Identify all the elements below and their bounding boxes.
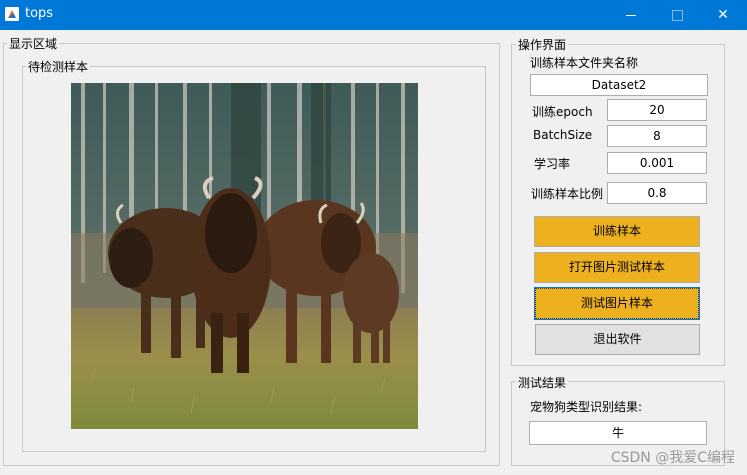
epoch-input[interactable]: 20 [607,99,707,121]
train-button[interactable]: 训练样本 [534,216,700,247]
close-button[interactable]: ✕ [700,0,746,30]
minimize-button[interactable] [608,0,654,30]
batch-input[interactable]: 8 [607,125,707,147]
ratio-input[interactable]: 0.8 [607,182,707,204]
window-title: tops [25,6,54,21]
matlab-icon [5,7,19,21]
epoch-label: 训练epoch [532,105,593,119]
ops-panel-title: 操作界面 [516,36,569,53]
sample-image [71,83,418,429]
folder-label: 训练样本文件夹名称 [530,56,639,70]
test-image-button[interactable]: 测试图片样本 [535,288,699,319]
maximize-button[interactable] [654,0,700,30]
open-image-button[interactable]: 打开图片测试样本 [534,252,700,283]
maximize-icon [671,9,683,21]
title-bar: tops ✕ [0,0,747,30]
sample-subpanel-title: 待检测样本 [26,58,91,75]
watermark: CSDN @我爱C编程 [610,450,735,466]
lr-label: 学习率 [534,157,571,171]
close-icon: ✕ [717,7,729,23]
batch-label: BatchSize [533,128,593,142]
folder-input[interactable]: Dataset2 [530,74,708,96]
lr-input[interactable]: 0.001 [607,152,707,174]
exit-button[interactable]: 退出软件 [535,324,700,355]
result-label: 宠物狗类型识别结果: [530,400,643,414]
display-panel-title: 显示区域 [7,35,60,52]
minimize-icon [626,14,636,16]
result-output: 牛 [529,421,707,445]
ratio-label: 训练样本比例 [531,187,604,201]
result-panel-title: 测试结果 [516,374,569,391]
